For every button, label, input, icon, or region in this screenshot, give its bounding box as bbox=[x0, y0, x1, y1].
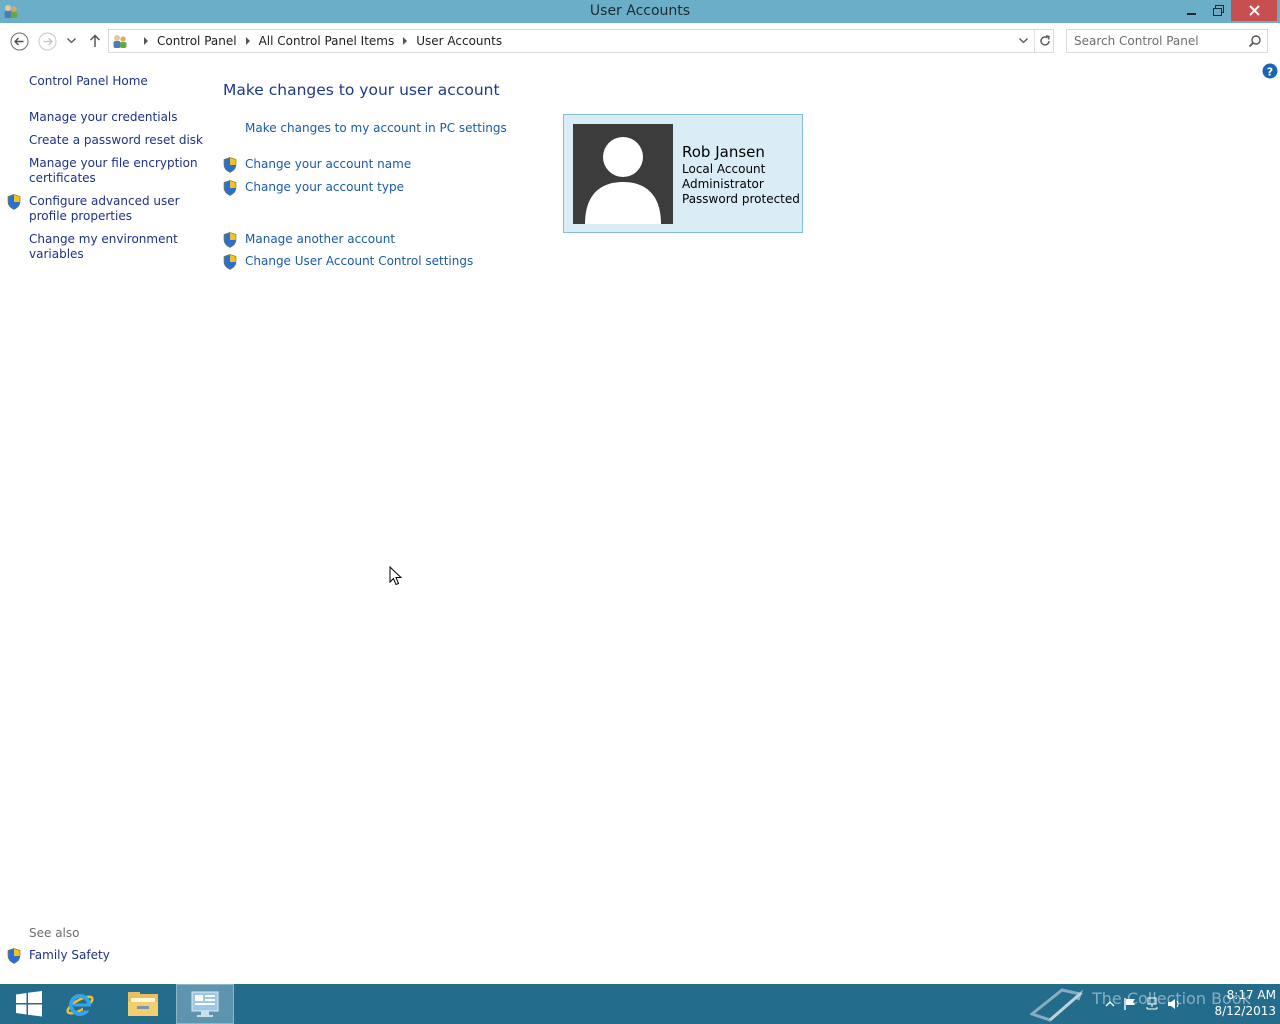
up-arrow-icon bbox=[90, 34, 100, 47]
internet-explorer-icon bbox=[66, 994, 94, 1016]
change-account-name-link[interactable]: Change your account name bbox=[245, 157, 411, 172]
link-line: Change my environment bbox=[29, 232, 178, 246]
uac-shield-icon bbox=[223, 180, 237, 196]
taskbar-control-panel[interactable] bbox=[176, 984, 234, 1024]
uac-shield-icon bbox=[7, 194, 21, 210]
link-line: certificates bbox=[29, 171, 96, 185]
refresh-button[interactable] bbox=[1034, 30, 1054, 52]
uac-shield-icon bbox=[223, 157, 237, 173]
window-title: User Accounts bbox=[589, 3, 691, 19]
forward-arrow-icon bbox=[38, 32, 56, 50]
restore-button[interactable] bbox=[1205, 0, 1231, 21]
breadcrumb-separator-icon[interactable] bbox=[403, 37, 408, 45]
taskbar-internet-explorer[interactable] bbox=[51, 984, 109, 1024]
taskbar: The Collection Book 8:17 AM 8/12/2013 bbox=[0, 984, 1280, 1024]
back-button[interactable] bbox=[9, 31, 29, 51]
configure-advanced-profile-link[interactable]: Configure advanced user profile properti… bbox=[29, 194, 180, 224]
search-icon[interactable] bbox=[1248, 34, 1262, 48]
taskbar-file-explorer[interactable] bbox=[114, 984, 172, 1024]
action-center-flag-icon[interactable] bbox=[1123, 997, 1137, 1011]
account-password-status: Password protected bbox=[682, 192, 800, 206]
change-uac-settings-link[interactable]: Change User Account Control settings bbox=[245, 254, 473, 269]
uac-shield-icon bbox=[223, 232, 237, 248]
svg-text:?: ? bbox=[1267, 66, 1273, 79]
network-icon[interactable] bbox=[1145, 997, 1159, 1011]
control-panel-icon bbox=[191, 991, 219, 1017]
start-icon bbox=[16, 991, 42, 1017]
uac-shield-icon bbox=[223, 254, 237, 270]
account-role: Administrator bbox=[682, 177, 764, 191]
back-arrow-icon bbox=[10, 32, 28, 50]
start-button[interactable] bbox=[0, 984, 58, 1024]
search-box[interactable] bbox=[1066, 29, 1268, 53]
avatar bbox=[573, 124, 673, 224]
mouse-cursor-icon bbox=[389, 566, 403, 586]
breadcrumb-separator-icon[interactable] bbox=[245, 37, 250, 45]
account-tile[interactable]: Rob Jansen Local Account Administrator P… bbox=[563, 114, 803, 233]
see-also-label: See also bbox=[29, 926, 80, 940]
chevron-down-icon bbox=[66, 38, 76, 44]
breadcrumb-user-accounts[interactable]: User Accounts bbox=[416, 34, 502, 48]
page-title: Make changes to your user account bbox=[223, 81, 500, 99]
change-account-type-link[interactable]: Change your account type bbox=[245, 180, 404, 195]
breadcrumb-separator-icon[interactable] bbox=[144, 37, 148, 45]
address-bar[interactable]: Control Panel All Control Panel Items Us… bbox=[108, 29, 1054, 53]
link-line: Manage your file encryption bbox=[29, 156, 198, 170]
clock-time: 8:17 AM bbox=[1226, 988, 1276, 1002]
up-button[interactable] bbox=[85, 31, 105, 51]
chevron-down-icon bbox=[1018, 38, 1028, 44]
manage-another-account-link[interactable]: Manage another account bbox=[245, 232, 395, 247]
system-tray bbox=[1105, 996, 1181, 1012]
control-panel-home-link[interactable]: Control Panel Home bbox=[29, 74, 148, 89]
create-password-reset-disk-link[interactable]: Create a password reset disk bbox=[29, 133, 203, 148]
user-silhouette-icon bbox=[585, 137, 661, 224]
clock[interactable]: 8:17 AM 8/12/2013 bbox=[1200, 987, 1276, 1019]
forward-button[interactable] bbox=[37, 31, 57, 51]
show-hidden-icons-icon[interactable] bbox=[1105, 1000, 1115, 1008]
link-line: Configure advanced user bbox=[29, 194, 180, 208]
user-accounts-icon bbox=[113, 35, 127, 48]
volume-icon[interactable] bbox=[1167, 997, 1181, 1011]
manage-credentials-link[interactable]: Manage your credentials bbox=[29, 110, 178, 125]
breadcrumb-all-control-panel-items[interactable]: All Control Panel Items bbox=[259, 34, 395, 48]
restore-icon bbox=[1212, 5, 1224, 16]
account-name: Rob Jansen bbox=[682, 143, 765, 161]
link-line: profile properties bbox=[29, 209, 132, 223]
breadcrumb: Control Panel All Control Panel Items Us… bbox=[135, 34, 502, 48]
minimize-icon bbox=[1186, 12, 1196, 15]
family-safety-link[interactable]: Family Safety bbox=[29, 948, 110, 963]
title-bar: User Accounts bbox=[0, 0, 1280, 23]
change-environment-variables-link[interactable]: Change my environment variables bbox=[29, 232, 178, 262]
address-dropdown-button[interactable] bbox=[1014, 30, 1032, 52]
file-explorer-icon bbox=[128, 992, 158, 1016]
search-input[interactable] bbox=[1074, 33, 1244, 49]
link-line: variables bbox=[29, 247, 84, 261]
uac-shield-icon bbox=[7, 948, 21, 964]
recent-locations-button[interactable] bbox=[63, 31, 79, 51]
refresh-icon bbox=[1039, 35, 1050, 46]
help-icon[interactable]: ? bbox=[1262, 63, 1278, 79]
breadcrumb-control-panel[interactable]: Control Panel bbox=[157, 34, 237, 48]
clock-date: 8/12/2013 bbox=[1214, 1004, 1276, 1018]
manage-file-encryption-link[interactable]: Manage your file encryption certificates bbox=[29, 156, 198, 186]
minimize-button[interactable] bbox=[1178, 0, 1205, 21]
close-icon bbox=[1248, 5, 1260, 16]
pc-settings-link[interactable]: Make changes to my account in PC setting… bbox=[245, 121, 507, 136]
account-type: Local Account bbox=[682, 162, 766, 176]
close-button[interactable] bbox=[1231, 0, 1277, 21]
